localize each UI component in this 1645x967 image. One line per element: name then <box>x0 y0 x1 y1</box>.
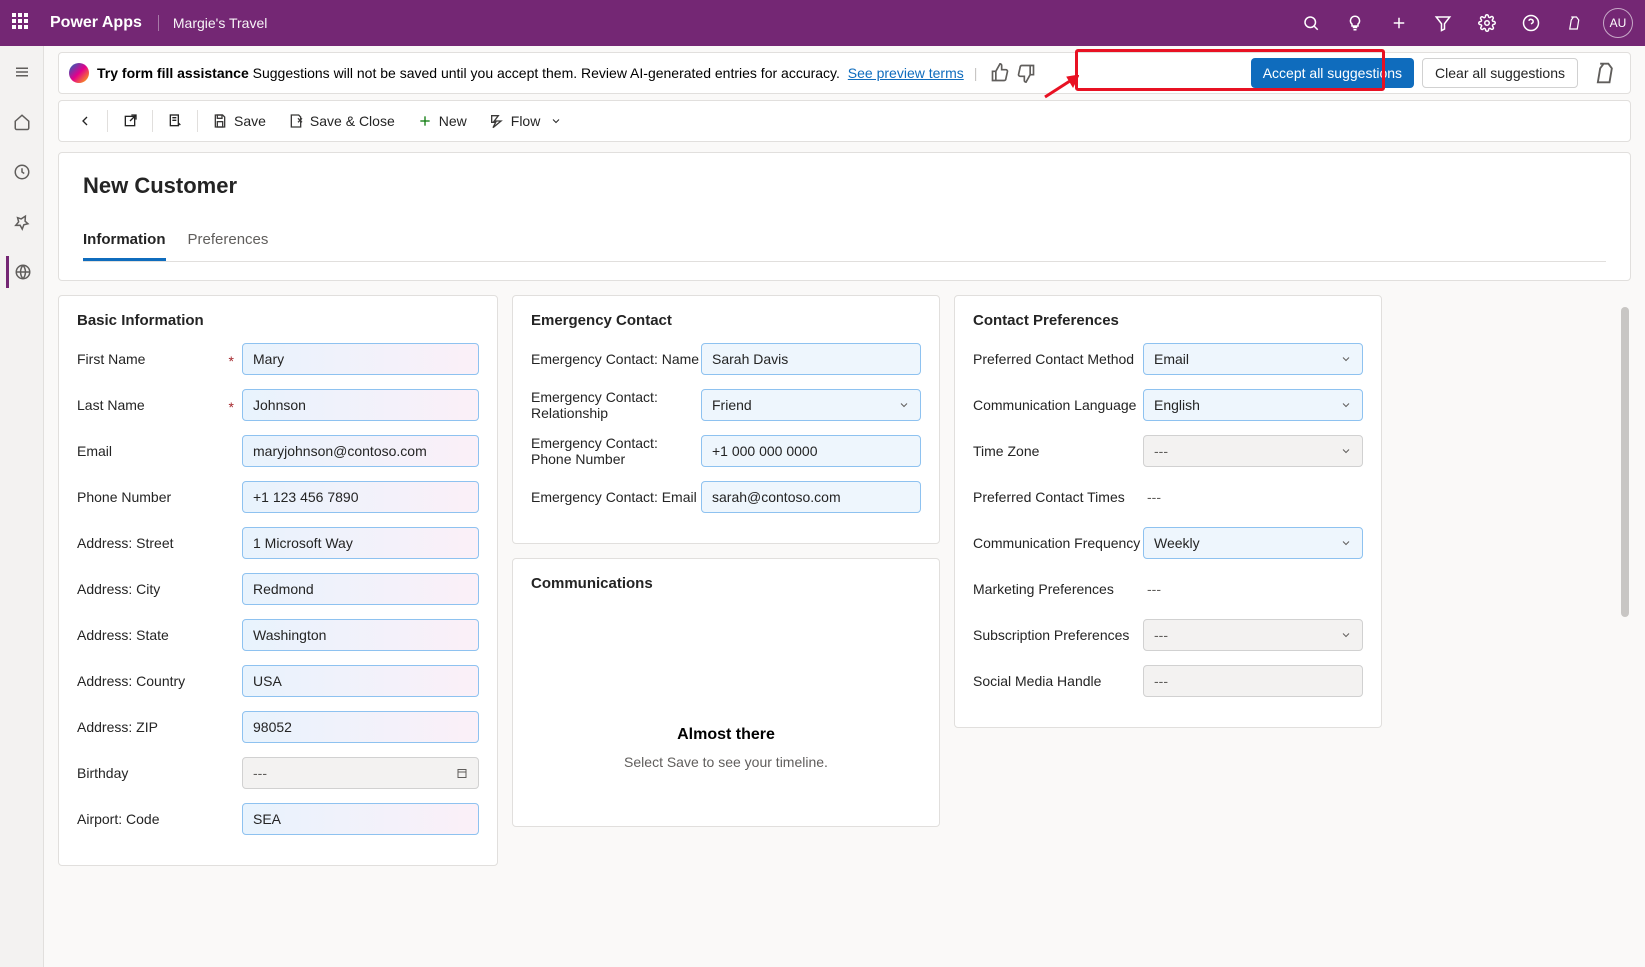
ec-rel-select[interactable]: Friend <box>701 389 921 421</box>
first-name-input[interactable]: Mary <box>242 343 479 375</box>
app-title: Power Apps <box>50 14 142 32</box>
marketing-value[interactable]: --- <box>1143 581 1363 597</box>
clear-all-button[interactable]: Clear all suggestions <box>1422 58 1578 88</box>
open-new-window-button[interactable] <box>112 107 148 135</box>
contact-method-select[interactable]: Email <box>1143 343 1363 375</box>
thumbs-down-icon[interactable] <box>1016 63 1036 83</box>
section-title: Contact Preferences <box>973 312 1363 329</box>
timezone-select[interactable]: --- <box>1143 435 1363 467</box>
phone-input[interactable]: +1 123 456 7890 <box>242 481 479 513</box>
waffle-icon[interactable] <box>12 13 32 33</box>
accept-all-button[interactable]: Accept all suggestions <box>1251 58 1414 88</box>
plus-icon[interactable] <box>1379 0 1419 46</box>
section-title: Communications <box>531 575 921 592</box>
recent-icon[interactable] <box>6 156 38 188</box>
state-input[interactable]: Washington <box>242 619 479 651</box>
zip-input[interactable]: 98052 <box>242 711 479 743</box>
new-button[interactable]: New <box>407 107 477 135</box>
flow-button[interactable]: Flow <box>479 107 573 135</box>
command-bar: Save Save & Close New Flow <box>58 100 1631 142</box>
page-title: New Customer <box>83 173 1606 199</box>
scrollbar[interactable] <box>1621 307 1629 887</box>
filter-icon[interactable] <box>1423 0 1463 46</box>
country-input[interactable]: USA <box>242 665 479 697</box>
tab-information[interactable]: Information <box>83 223 166 261</box>
left-rail <box>0 46 44 967</box>
ec-email-input[interactable]: sarah@contoso.com <box>701 481 921 513</box>
airport-input[interactable]: SEA <box>242 803 479 835</box>
save-close-button[interactable]: Save & Close <box>278 107 405 135</box>
suggestion-message: Try form fill assistance Suggestions wil… <box>97 65 964 81</box>
suggestion-bar: Try form fill assistance Suggestions wil… <box>58 52 1631 94</box>
street-input[interactable]: 1 Microsoft Way <box>242 527 479 559</box>
section-emergency: Emergency Contact Emergency Contact: Nam… <box>512 295 940 544</box>
pin-icon[interactable] <box>6 206 38 238</box>
section-communications: Communications Almost there Select Save … <box>512 558 940 827</box>
home-icon[interactable] <box>6 106 38 138</box>
birthday-input[interactable]: --- <box>242 757 479 789</box>
ec-name-input[interactable]: Sarah Davis <box>701 343 921 375</box>
section-preferences: Contact Preferences Preferred Contact Me… <box>954 295 1382 728</box>
annotation-arrow <box>1043 75 1079 99</box>
preview-terms-link[interactable]: See preview terms <box>848 65 964 81</box>
search-icon[interactable] <box>1291 0 1331 46</box>
language-select[interactable]: English <box>1143 389 1363 421</box>
copilot-logo-icon <box>69 63 89 83</box>
copilot-header-icon[interactable] <box>1555 0 1595 46</box>
site-map-icon[interactable] <box>6 256 38 288</box>
lightbulb-icon[interactable] <box>1335 0 1375 46</box>
section-title: Basic Information <box>77 312 479 329</box>
environment-name[interactable]: Margie's Travel <box>158 15 267 31</box>
help-icon[interactable] <box>1511 0 1551 46</box>
hamburger-icon[interactable] <box>6 56 38 88</box>
save-button[interactable]: Save <box>202 107 276 135</box>
email-input[interactable]: maryjohnson@contoso.com <box>242 435 479 467</box>
thumbs-up-icon[interactable] <box>990 63 1010 83</box>
tab-list: Information Preferences <box>83 223 1606 262</box>
back-button[interactable] <box>67 107 103 135</box>
last-name-input[interactable]: Johnson <box>242 389 479 421</box>
section-basic-info: Basic Information First NameMary Last Na… <box>58 295 498 866</box>
social-input[interactable]: --- <box>1143 665 1363 697</box>
gear-icon[interactable] <box>1467 0 1507 46</box>
avatar[interactable]: AU <box>1603 8 1633 38</box>
city-input[interactable]: Redmond <box>242 573 479 605</box>
timeline-empty-state: Almost there Select Save to see your tim… <box>531 606 921 810</box>
copilot-panel-icon[interactable] <box>1592 59 1620 87</box>
form-fill-button[interactable] <box>157 107 193 135</box>
form-container: New Customer Information Preferences <box>58 152 1631 281</box>
ec-phone-input[interactable]: +1 000 000 0000 <box>701 435 921 467</box>
contact-times-value[interactable]: --- <box>1143 489 1363 505</box>
app-header: Power Apps Margie's Travel AU <box>0 0 1645 46</box>
subscription-select[interactable]: --- <box>1143 619 1363 651</box>
tab-preferences[interactable]: Preferences <box>188 223 269 261</box>
section-title: Emergency Contact <box>531 312 921 329</box>
frequency-select[interactable]: Weekly <box>1143 527 1363 559</box>
